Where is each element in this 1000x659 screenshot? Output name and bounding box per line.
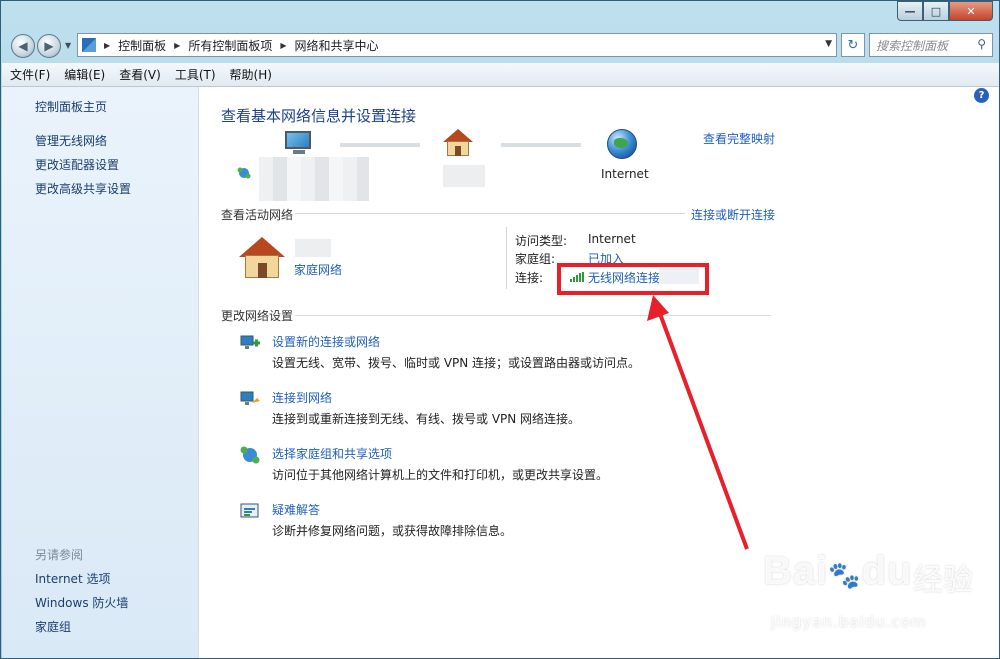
- watermark-cn: 经验: [913, 563, 973, 598]
- baidu-watermark: Bai🐾du 经验 jingyan.baidu.com: [763, 549, 993, 639]
- watermark-brand: Bai🐾du: [763, 549, 913, 593]
- explorer-window: — □ ✕ ◀ ▶ ▼ ▶ 控制面板 ▶ 所有控制面板项 ▶ 网络和共享中心 ▼…: [0, 0, 1000, 659]
- watermark-url: jingyan.baidu.com: [771, 613, 927, 631]
